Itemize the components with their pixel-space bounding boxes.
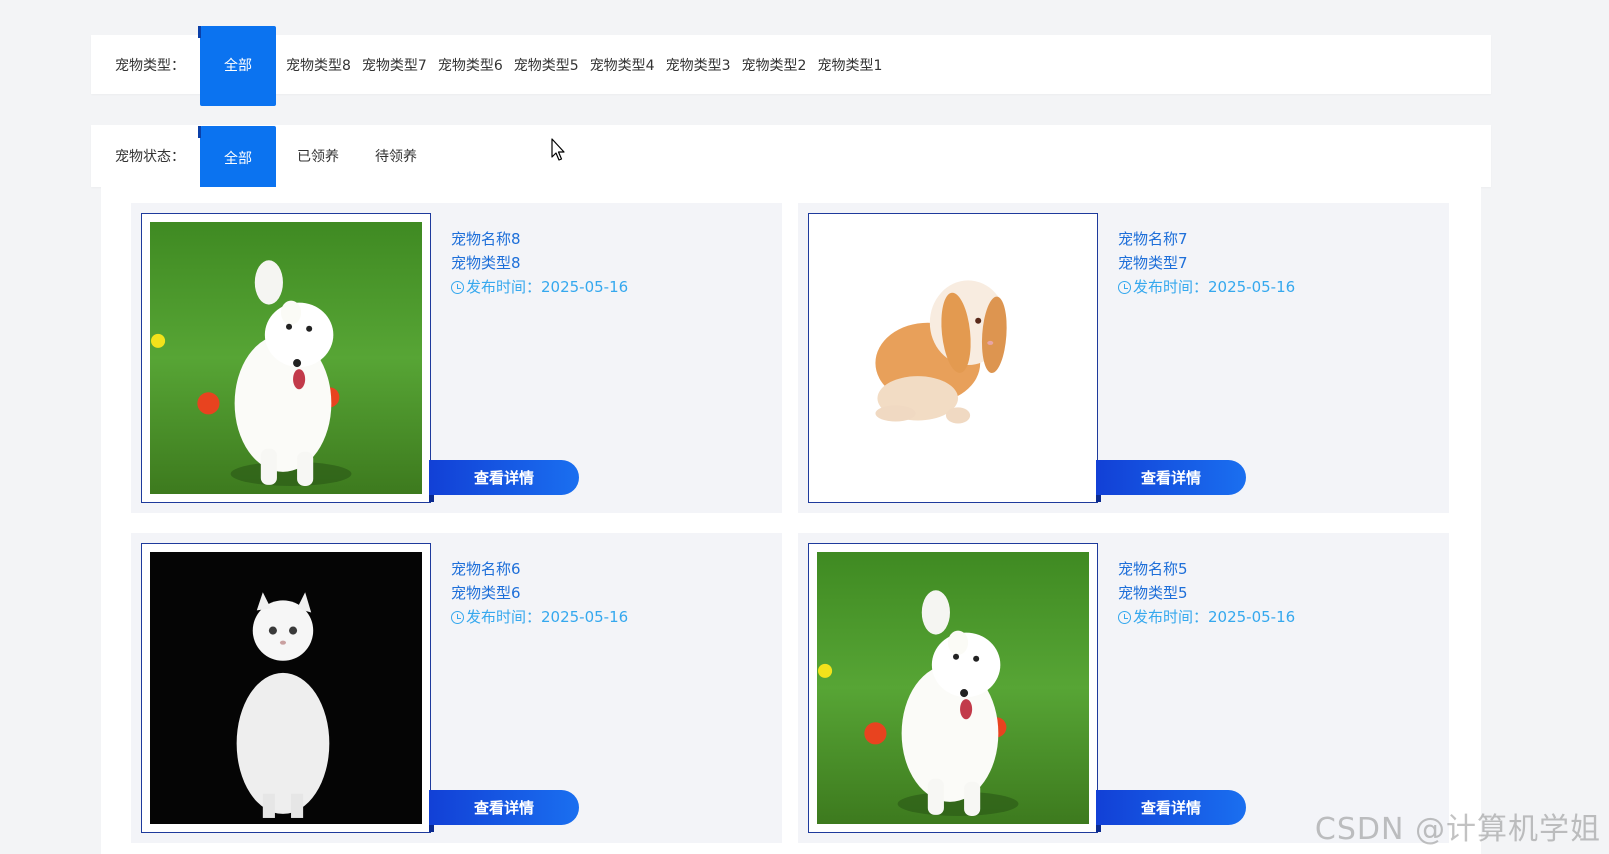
view-details-button[interactable]: 查看详情	[1096, 790, 1246, 832]
pet-publish-date: 发布时间：2025-05-16	[451, 605, 628, 629]
pet-type-options: 全部 宠物类型8 宠物类型7 宠物类型6 宠物类型5 宠物类型4 宠物类型3 宠…	[198, 25, 890, 106]
mouse-cursor-icon	[551, 138, 565, 161]
pet-name[interactable]: 宠物名称5	[1118, 557, 1295, 581]
pet-info: 宠物名称7 宠物类型7 发布时间：2025-05-16	[1118, 227, 1295, 299]
clock-icon	[451, 280, 464, 294]
pet-status-label: 宠物状态：	[115, 149, 185, 165]
pet-info: 宠物名称8 宠物类型8 发布时间：2025-05-16	[451, 227, 628, 299]
pet-type: 宠物类型6	[451, 584, 521, 602]
pet-image-puppy	[150, 222, 422, 494]
clock-icon	[1118, 610, 1131, 624]
pet-publish-date: 发布时间：2025-05-16	[1118, 275, 1295, 299]
view-details-button[interactable]: 查看详情	[429, 790, 579, 832]
pet-type: 宠物类型5	[1118, 584, 1188, 602]
pet-publish-date: 发布时间：2025-05-16	[1118, 605, 1295, 629]
pet-image-frame[interactable]	[808, 213, 1098, 503]
pet-date-text: 发布时间：2025-05-16	[1133, 278, 1296, 296]
watermark: CSDN @计算机学姐	[1314, 812, 1601, 847]
status-option-all[interactable]: 全部	[198, 125, 276, 193]
pet-card[interactable]: 宠物名称5 宠物类型5 发布时间：2025-05-16 查看详情	[798, 533, 1449, 843]
pet-image-rabbit	[817, 222, 1089, 494]
type-option-1[interactable]: 宠物类型1	[814, 55, 885, 75]
clock-icon	[1118, 280, 1131, 294]
pet-status-filter-bar: 宠物状态： 全部 已领养 待领养	[91, 125, 1491, 193]
status-option-adopted[interactable]: 已领养	[294, 146, 342, 166]
pet-name[interactable]: 宠物名称7	[1118, 227, 1295, 251]
pet-name[interactable]: 宠物名称8	[451, 227, 628, 251]
pet-info: 宠物名称5 宠物类型5 发布时间：2025-05-16	[1118, 557, 1295, 629]
pet-image-puppy	[817, 552, 1089, 824]
pet-publish-date: 发布时间：2025-05-16	[451, 275, 628, 299]
pet-date-text: 发布时间：2025-05-16	[466, 278, 629, 296]
type-option-6[interactable]: 宠物类型6	[435, 55, 506, 75]
pet-card[interactable]: 宠物名称7 宠物类型7 发布时间：2025-05-16 查看详情	[798, 203, 1449, 513]
pet-image-frame[interactable]	[141, 543, 431, 833]
type-option-2[interactable]: 宠物类型2	[739, 55, 810, 75]
pet-image-frame[interactable]	[808, 543, 1098, 833]
pet-card[interactable]: 宠物名称8 宠物类型8 发布时间：2025-05-16 查看详情	[131, 203, 782, 513]
pet-type: 宠物类型7	[1118, 254, 1188, 272]
pet-status-options: 全部 已领养 待领养	[198, 125, 450, 193]
pet-name[interactable]: 宠物名称6	[451, 557, 628, 581]
pet-card[interactable]: 宠物名称6 宠物类型6 发布时间：2025-05-16 查看详情	[131, 533, 782, 843]
pet-info: 宠物名称6 宠物类型6 发布时间：2025-05-16	[451, 557, 628, 629]
pet-date-text: 发布时间：2025-05-16	[1133, 608, 1296, 626]
type-option-8[interactable]: 宠物类型8	[283, 55, 354, 75]
pet-image-cat	[150, 552, 422, 824]
type-option-3[interactable]: 宠物类型3	[663, 55, 734, 75]
view-details-button[interactable]: 查看详情	[1096, 460, 1246, 502]
pet-type-label: 宠物类型：	[115, 57, 185, 74]
pet-date-text: 发布时间：2025-05-16	[466, 608, 629, 626]
clock-icon	[451, 610, 464, 624]
pet-type-filter-bar: 宠物类型： 全部 宠物类型8 宠物类型7 宠物类型6 宠物类型5 宠物类型4 宠…	[91, 25, 1491, 106]
pet-card-grid: 宠物名称8 宠物类型8 发布时间：2025-05-16 查看详情 宠物名称7 宠…	[101, 187, 1481, 854]
view-details-button[interactable]: 查看详情	[429, 460, 579, 502]
status-option-pending[interactable]: 待领养	[372, 146, 420, 166]
pet-type: 宠物类型8	[451, 254, 521, 272]
type-option-4[interactable]: 宠物类型4	[587, 55, 658, 75]
pet-image-frame[interactable]	[141, 213, 431, 503]
type-option-5[interactable]: 宠物类型5	[511, 55, 582, 75]
type-option-all[interactable]: 全部	[198, 25, 276, 106]
type-option-7[interactable]: 宠物类型7	[359, 55, 430, 75]
